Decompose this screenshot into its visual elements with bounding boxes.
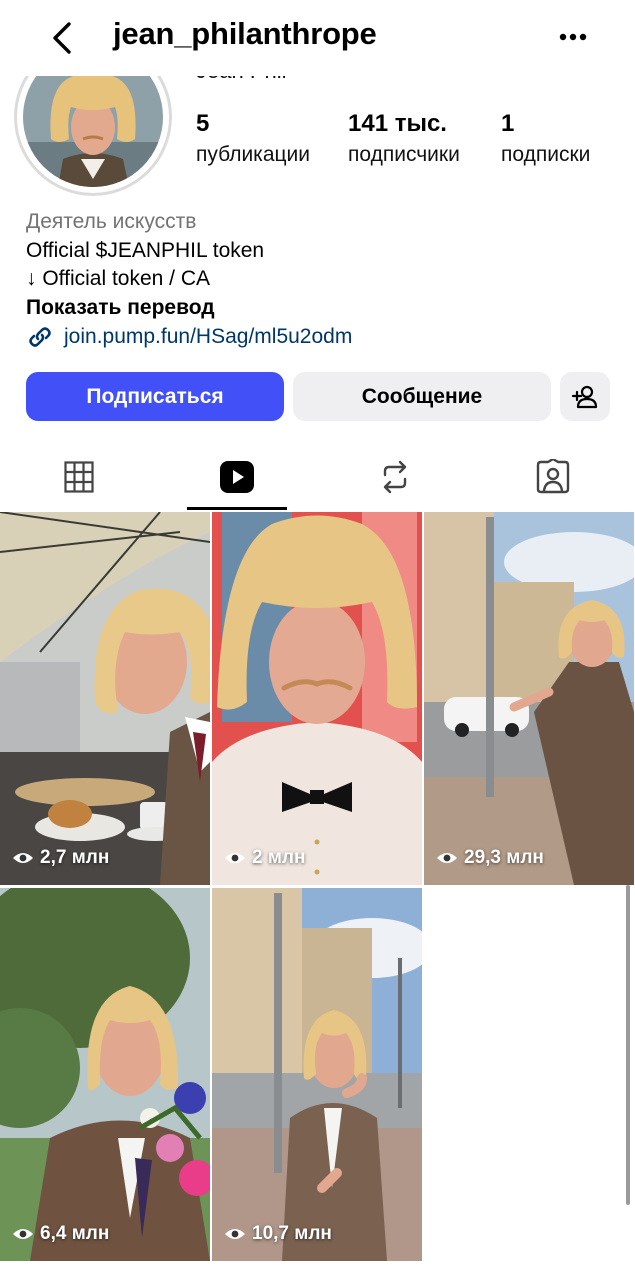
reels-icon bbox=[220, 461, 254, 493]
reel-flowers-image bbox=[0, 888, 210, 1261]
more-options-button[interactable] bbox=[551, 20, 595, 54]
repost-icon bbox=[383, 460, 407, 494]
profile-avatar[interactable] bbox=[14, 58, 172, 196]
tagged-icon bbox=[536, 459, 570, 494]
eye-icon bbox=[13, 853, 33, 863]
reel-views: 2 млн bbox=[224, 847, 305, 869]
reel-thumbnail[interactable]: 6,4 млн bbox=[0, 888, 210, 1261]
tab-reposts[interactable] bbox=[316, 445, 474, 509]
reel-views: 2,7 млн bbox=[12, 847, 109, 869]
suggest-users-button[interactable] bbox=[560, 372, 610, 421]
chevron-left-icon bbox=[53, 22, 71, 54]
profile-username: jean_philanthrope bbox=[113, 16, 377, 51]
stat-posts-label: публикации bbox=[196, 143, 310, 166]
follow-button[interactable]: Подписаться bbox=[26, 372, 284, 421]
tab-tagged[interactable] bbox=[474, 445, 632, 509]
stat-following-value: 1 bbox=[501, 110, 515, 137]
reel-cafe-image bbox=[0, 512, 210, 885]
profile-tabs bbox=[0, 445, 635, 511]
bio-link[interactable]: join.pump.fun/HSag/ml5u2odm bbox=[26, 323, 352, 352]
tab-posts-grid[interactable] bbox=[0, 445, 158, 509]
top-bar: jean_philanthrope bbox=[0, 0, 635, 76]
reel-thumbnail[interactable]: 2,7 млн bbox=[0, 512, 210, 885]
back-button[interactable] bbox=[44, 18, 80, 58]
tab-reels[interactable] bbox=[158, 445, 316, 509]
eye-icon bbox=[437, 853, 457, 863]
grid-icon bbox=[64, 461, 94, 493]
more-dots-icon bbox=[559, 33, 587, 41]
reel-views: 10,7 млн bbox=[224, 1223, 332, 1245]
stat-followers-label: подписчики bbox=[348, 143, 460, 166]
reel-dance-image bbox=[212, 888, 422, 1261]
stat-followers-value: 141 тыс. bbox=[348, 110, 447, 137]
reel-thumbnail[interactable]: 2 млн bbox=[212, 512, 422, 885]
stat-posts[interactable]: 5 публикации bbox=[196, 110, 310, 169]
message-button[interactable]: Сообщение bbox=[293, 372, 551, 421]
reel-street-image bbox=[424, 512, 634, 885]
eye-icon bbox=[225, 1229, 245, 1239]
bio-line-1: Official $JEANPHIL token bbox=[26, 238, 265, 262]
stat-followers[interactable]: 141 тыс. подписчики bbox=[348, 110, 460, 169]
stat-posts-value: 5 bbox=[196, 110, 210, 137]
reel-views: 6,4 млн bbox=[12, 1223, 109, 1245]
reel-views: 29,3 млн bbox=[436, 847, 544, 869]
bio-line-2: ↓ Official token / CA bbox=[26, 267, 211, 290]
show-translation-link[interactable]: Показать перевод bbox=[26, 294, 352, 323]
reel-portrait-image bbox=[212, 512, 422, 885]
bio-category: Деятель искусств bbox=[26, 210, 197, 233]
reel-thumbnail[interactable]: 10,7 млн bbox=[212, 888, 422, 1261]
scrollbar[interactable] bbox=[626, 885, 630, 1205]
link-icon bbox=[29, 327, 51, 348]
add-person-icon bbox=[571, 385, 598, 408]
stat-following[interactable]: 1 подписки bbox=[501, 110, 590, 169]
active-tab-indicator bbox=[187, 507, 287, 510]
reel-thumbnail[interactable]: 29,3 млн bbox=[424, 512, 634, 885]
eye-icon bbox=[225, 853, 245, 863]
eye-icon bbox=[13, 1229, 33, 1239]
bio-link-text: join.pump.fun/HSag/ml5u2odm bbox=[64, 325, 353, 348]
profile-bio: Деятель искусств Official $JEANPHIL toke… bbox=[26, 208, 352, 352]
stat-following-label: подписки bbox=[501, 143, 591, 166]
